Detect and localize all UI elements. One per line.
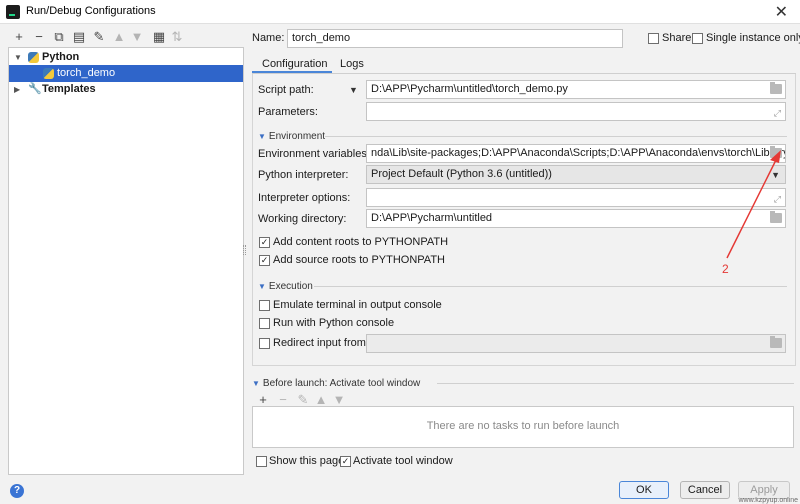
activate-tool-window-label: Activate tool window	[353, 455, 453, 467]
folder-icon[interactable]: ▦	[152, 30, 166, 44]
interp-options-field[interactable]: ⤢	[366, 188, 786, 207]
before-launch-header-label: Before launch: Activate tool window	[262, 378, 421, 389]
wrench-icon: 🔧	[28, 83, 42, 95]
copy-icon[interactable]: ⧉	[52, 30, 66, 44]
tree-label-python: Python	[42, 51, 80, 63]
env-vars-label: Environment variables:	[258, 148, 370, 160]
expand-icon[interactable]: ⤢	[774, 105, 781, 120]
section-divider	[325, 136, 787, 137]
show-this-page-label: Show this page	[269, 455, 345, 467]
chevron-down-icon[interactable]: ▼	[14, 49, 22, 66]
move-up-icon[interactable]: ▲	[112, 30, 126, 44]
working-dir-value: D:\APP\Pycharm\untitled	[371, 212, 493, 224]
tree-item-templates[interactable]: ▶ 🔧 Templates	[9, 81, 243, 98]
python-icon	[28, 52, 39, 63]
working-dir-label: Working directory:	[258, 213, 347, 225]
env-vars-field[interactable]: nda\Lib\site-packages;D:\APP\Anaconda\Sc…	[366, 144, 786, 163]
chevron-down-icon: ▼	[252, 379, 260, 388]
script-path-label: Script path:	[258, 84, 314, 96]
share-label: Share	[662, 32, 692, 44]
redirect-input-label: Redirect input from:	[273, 337, 369, 349]
tree-item-torch-demo[interactable]: torch_demo	[9, 65, 243, 82]
section-divider	[437, 383, 794, 384]
section-divider	[314, 286, 787, 287]
before-launch-list[interactable]: There are no tasks to run before launch	[252, 406, 794, 448]
interp-options-label: Interpreter options:	[258, 192, 351, 204]
execution-header-label: Execution	[268, 281, 313, 292]
edit-icon[interactable]: ✎	[296, 393, 310, 407]
script-path-field[interactable]: D:\APP\Pycharm\untitled\torch_demo.py	[366, 80, 786, 99]
interpreter-label: Python interpreter:	[258, 169, 349, 181]
python-script-icon	[43, 68, 54, 79]
execution-section-header[interactable]: ▼ Execution	[258, 281, 313, 292]
cancel-button[interactable]: Cancel	[680, 481, 730, 499]
emulate-terminal-checkbox[interactable]	[259, 300, 270, 311]
interpreter-value: Project Default (Python 3.6 (untitled))	[371, 168, 552, 180]
share-checkbox[interactable]	[648, 33, 659, 44]
add-source-roots-label: Add source roots to PYTHONPATH	[273, 254, 445, 266]
expand-icon[interactable]: ⤢	[774, 191, 781, 206]
run-with-console-checkbox[interactable]	[259, 318, 270, 329]
redirect-input-field[interactable]	[366, 334, 786, 353]
tree-label-templates: Templates	[42, 83, 96, 95]
emulate-terminal-label: Emulate terminal in output console	[273, 299, 442, 311]
run-with-console-label: Run with Python console	[273, 317, 395, 329]
tab-configuration[interactable]: Configuration	[262, 58, 327, 70]
splitter-handle[interactable]	[243, 245, 246, 255]
title-bar: Run/Debug Configurations ✕	[0, 0, 800, 24]
add-icon[interactable]: +	[12, 30, 26, 44]
empty-tasks-message: There are no tasks to run before launch	[426, 420, 620, 432]
single-instance-label: Single instance only	[706, 32, 800, 44]
browse-folder-icon[interactable]	[770, 82, 782, 94]
tree-item-python[interactable]: ▼ Python	[9, 49, 243, 66]
tab-logs[interactable]: Logs	[340, 58, 364, 70]
browse-folder-icon[interactable]	[770, 211, 782, 223]
show-this-page-checkbox[interactable]	[256, 456, 267, 467]
ok-button[interactable]: OK	[619, 481, 669, 499]
pycharm-icon	[6, 5, 20, 19]
activate-tool-window-checkbox[interactable]: ✓	[340, 456, 351, 467]
add-content-roots-checkbox[interactable]: ✓	[259, 237, 270, 248]
config-toolbar: + − ⧉ ▤ ✎ ▲ ▼ ▦ ⇅	[0, 27, 246, 49]
help-icon[interactable]: ?	[10, 484, 24, 498]
close-icon[interactable]: ✕	[775, 2, 788, 22]
parameters-label: Parameters:	[258, 106, 318, 118]
add-icon[interactable]: +	[256, 393, 270, 407]
before-launch-header[interactable]: ▼ Before launch: Activate tool window	[252, 378, 420, 389]
name-value: torch_demo	[292, 32, 351, 44]
chevron-down-icon: ▼	[771, 170, 780, 180]
config-tree: ▼ Python torch_demo ▶ 🔧 Templates	[8, 47, 244, 475]
interpreter-dropdown[interactable]: Project Default (Python 3.6 (untitled)) …	[366, 165, 786, 184]
remove-icon[interactable]: −	[276, 393, 290, 407]
tree-label-torch-demo: torch_demo	[57, 67, 116, 79]
env-vars-value: nda\Lib\site-packages;D:\APP\Anaconda\Sc…	[371, 147, 786, 159]
name-field[interactable]: torch_demo	[287, 29, 623, 48]
script-path-value: D:\APP\Pycharm\untitled\torch_demo.py	[371, 83, 568, 95]
redirect-input-checkbox[interactable]	[259, 338, 270, 349]
working-dir-field[interactable]: D:\APP\Pycharm\untitled	[366, 209, 786, 228]
name-label: Name:	[252, 32, 285, 44]
add-content-roots-label: Add content roots to PYTHONPATH	[273, 236, 449, 248]
single-instance-checkbox[interactable]	[692, 33, 703, 44]
browse-folder-icon[interactable]	[770, 146, 782, 158]
move-down-icon[interactable]: ▼	[130, 30, 144, 44]
window-title: Run/Debug Configurations	[26, 5, 156, 17]
remove-icon[interactable]: −	[32, 30, 46, 44]
chevron-right-icon[interactable]: ▶	[14, 81, 20, 98]
move-up-icon[interactable]: ▲	[314, 393, 328, 407]
wrench-icon[interactable]: ✎	[92, 30, 106, 44]
environment-header-label: Environment	[268, 131, 326, 142]
move-down-icon[interactable]: ▼	[332, 393, 346, 407]
chevron-down-icon: ▼	[258, 282, 266, 291]
sort-icon[interactable]: ⇅	[170, 30, 184, 44]
annotation-label: 2	[722, 262, 729, 276]
environment-section-header[interactable]: ▼ Environment	[258, 131, 325, 142]
browse-folder-icon[interactable]	[770, 336, 782, 348]
chevron-down-icon: ▼	[258, 132, 266, 141]
parameters-field[interactable]: ⤢	[366, 102, 786, 121]
add-source-roots-checkbox[interactable]: ✓	[259, 255, 270, 266]
watermark: www.kzpyup.online	[738, 497, 798, 504]
save-icon[interactable]: ▤	[72, 30, 86, 44]
dropdown-arrow-icon[interactable]: ▼	[349, 85, 358, 95]
